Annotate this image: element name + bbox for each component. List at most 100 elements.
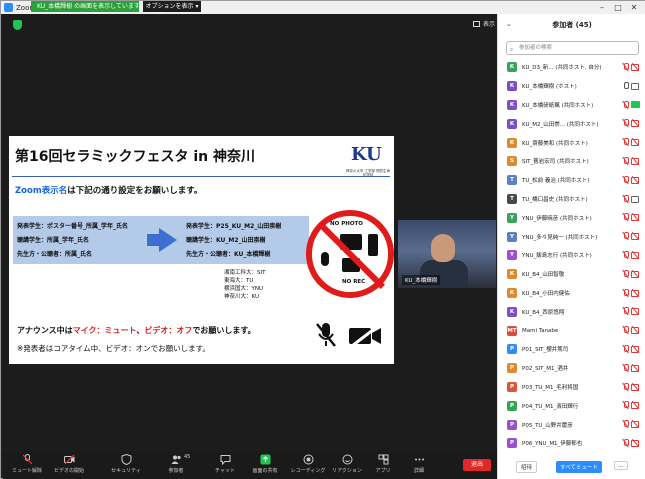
video-off-icon — [631, 213, 640, 222]
participant-row[interactable]: P P05_TU_山野井慶彦 — [498, 415, 645, 434]
participant-row[interactable]: K KU_本橋輝樹 (ホスト) — [498, 77, 645, 96]
participant-row[interactable]: T TU_松前 義治 (共同ホスト) — [498, 171, 645, 190]
view-button[interactable]: 表示 — [473, 19, 495, 28]
participant-name: KU_齋藤美和 (共同ホスト) — [522, 140, 588, 147]
security-button[interactable]: セキュリティ — [104, 454, 148, 474]
view-button-label: 表示 — [483, 21, 496, 28]
share-screen-button[interactable]: 画面の共有 — [243, 454, 287, 474]
no-photo-no-rec-sign: NO PHOTO NO REC — [306, 210, 394, 298]
maximize-button[interactable]: □ — [610, 1, 626, 14]
video-off-icon — [631, 383, 640, 391]
participant-row[interactable]: Y YNU_伊藤暁彦 (共同ホスト) — [498, 208, 645, 227]
participant-status — [622, 344, 640, 353]
screen-share-banner: KU_本橋輝樹 の画面を表示しています — [31, 1, 139, 12]
unmute-button[interactable]: ミュート解除 — [5, 454, 49, 474]
participant-avatar: T — [507, 175, 517, 186]
participant-row[interactable]: K KU_齋藤美和 (共同ホスト) — [498, 133, 645, 152]
slide-instruction: Zoom表示名は下記の通り設定をお願いします。 — [15, 184, 202, 196]
participant-status — [622, 81, 640, 90]
participants-panel: ⌄ 参加者 (45) ⌕ 参加者の検索 K KU_D3_新... (共同ホスト, … — [497, 14, 645, 479]
leave-button[interactable]: 退出 — [463, 459, 491, 471]
title-divider — [12, 176, 390, 177]
participant-name: P04_TU_M1_濱田輝行 — [522, 403, 579, 410]
participant-avatar: K — [507, 99, 517, 110]
participant-list: K KU_D3_新... (共同ホスト, 自分) K KU_本橋輝樹 (ホスト) K KU… — [498, 58, 645, 453]
speaker-video-thumbnail[interactable]: KU_本橋輝樹 — [398, 220, 496, 288]
mic-muted-icon — [622, 232, 629, 240]
participant-row[interactable]: Y YNU_多々見純一 (共同ホスト) — [498, 227, 645, 246]
view-options-button[interactable]: オプションを表示 ▾ — [143, 1, 201, 12]
participant-status — [622, 363, 640, 372]
video-off-icon — [631, 157, 640, 165]
invite-button[interactable]: 招待 — [516, 461, 538, 473]
participant-row[interactable]: P P01_SIT_櫻井篤司 — [498, 340, 645, 359]
participant-name: KU_D3_新... (共同ホスト, 自分) — [522, 65, 602, 72]
participant-row[interactable]: T TU_橋口昌史 (共同ホスト) — [498, 190, 645, 209]
participant-row[interactable]: K KU_D3_新... (共同ホスト, 自分) — [498, 58, 645, 77]
details-button[interactable]: 詳細 — [397, 454, 441, 474]
participant-status — [622, 401, 640, 410]
video-off-icon — [63, 454, 74, 465]
start-video-button[interactable]: ビデオの開始 — [47, 454, 91, 474]
participants-count: 45 — [184, 454, 191, 460]
participant-row[interactable]: K KU_本橋研紙楓 (共同ホスト) — [498, 96, 645, 115]
minimize-button[interactable]: – — [594, 1, 610, 14]
mic-muted-icon — [622, 194, 629, 203]
video-off-icon — [631, 345, 640, 353]
abbr-sit: 湘南工科大：SIT — [224, 270, 266, 276]
video-off-icon — [631, 420, 640, 429]
panel-title: 参加者 (45) — [552, 21, 592, 29]
video-off-icon — [631, 195, 640, 203]
mic-muted-icon — [622, 401, 629, 409]
participant-avatar: T — [507, 193, 517, 204]
close-button[interactable]: ✕ — [626, 1, 642, 14]
video-off-icon — [631, 251, 640, 259]
more-options-button[interactable]: ... — [614, 461, 628, 470]
smiley-icon — [342, 454, 352, 465]
participant-status — [622, 156, 640, 165]
abbr-ynu: 横浜国大：YNU — [224, 286, 263, 292]
participant-search-input[interactable]: ⌕ 参加者の検索 — [506, 41, 639, 55]
record-button[interactable]: レコーディング — [286, 454, 330, 474]
presenter-note: ※発表者はコアタイム中、ビデオ：オンでお願いします。 — [17, 344, 210, 353]
participant-row[interactable]: MT Mami Tanabe — [498, 321, 645, 340]
participant-avatar: K — [507, 62, 517, 73]
chat-button[interactable]: チャット — [203, 454, 247, 474]
participant-status — [622, 63, 640, 71]
video-off-icon — [631, 63, 640, 71]
zoom-window: Zoom KU_本橋輝樹 の画面を表示しています オプションを表示 ▾ – □ … — [0, 0, 645, 479]
participant-row[interactable]: S SIT_舊岩宏司 (共同ホスト) — [498, 152, 645, 171]
mute-all-button[interactable]: すべてミュート — [556, 461, 602, 473]
participant-name: KU_本橋輝樹 (ホスト) — [522, 84, 577, 91]
record-label: レコーディング — [290, 468, 326, 474]
participant-row[interactable]: P P02_SIT_M1_酒井 — [498, 359, 645, 378]
participant-row[interactable]: Y YNU_飯島志行 (共同ホスト) — [498, 246, 645, 265]
video-off-icon — [631, 364, 640, 372]
participant-row[interactable]: K KU_M2_山田崇... (共同ホスト) — [498, 114, 645, 133]
participant-row[interactable]: K KU_B4_山田智敬 — [498, 265, 645, 284]
participant-avatar: P — [507, 400, 517, 411]
participant-row[interactable]: P P06_YNU_M1_伊藤郁也 — [498, 434, 645, 453]
participant-row[interactable]: P P03_TU_M1_毛利将国 — [498, 378, 645, 397]
participant-avatar: K — [507, 306, 517, 317]
chat-label: チャット — [215, 468, 235, 474]
participant-name: YNU_飯島志行 (共同ホスト) — [522, 253, 592, 260]
participant-avatar: K — [507, 118, 517, 129]
participants-button[interactable]: 参加者 45 — [154, 454, 198, 474]
participants-label: 参加者 — [168, 468, 184, 474]
participant-name: KU_本橋研紙楓 (共同ホスト) — [522, 102, 594, 109]
participant-row[interactable]: P P04_TU_M1_濱田輝行 — [498, 396, 645, 415]
participants-icon — [171, 455, 181, 464]
mic-muted-icon — [622, 420, 629, 428]
no-rec-label: NO REC — [342, 279, 366, 285]
participant-row[interactable]: K KU_B4_西原悠翔 — [498, 302, 645, 321]
participant-avatar: K — [507, 287, 517, 298]
participant-avatar: P — [507, 344, 517, 355]
encryption-shield-icon[interactable] — [13, 20, 22, 30]
mic-muted-icon — [622, 100, 629, 109]
participant-status — [622, 232, 640, 241]
search-icon: ⌕ — [510, 46, 514, 53]
video-off-icon — [631, 289, 640, 297]
announce-part-1: アナウンス中は — [17, 326, 73, 335]
participant-row[interactable]: K KU_B4_小田内健佑 — [498, 284, 645, 303]
